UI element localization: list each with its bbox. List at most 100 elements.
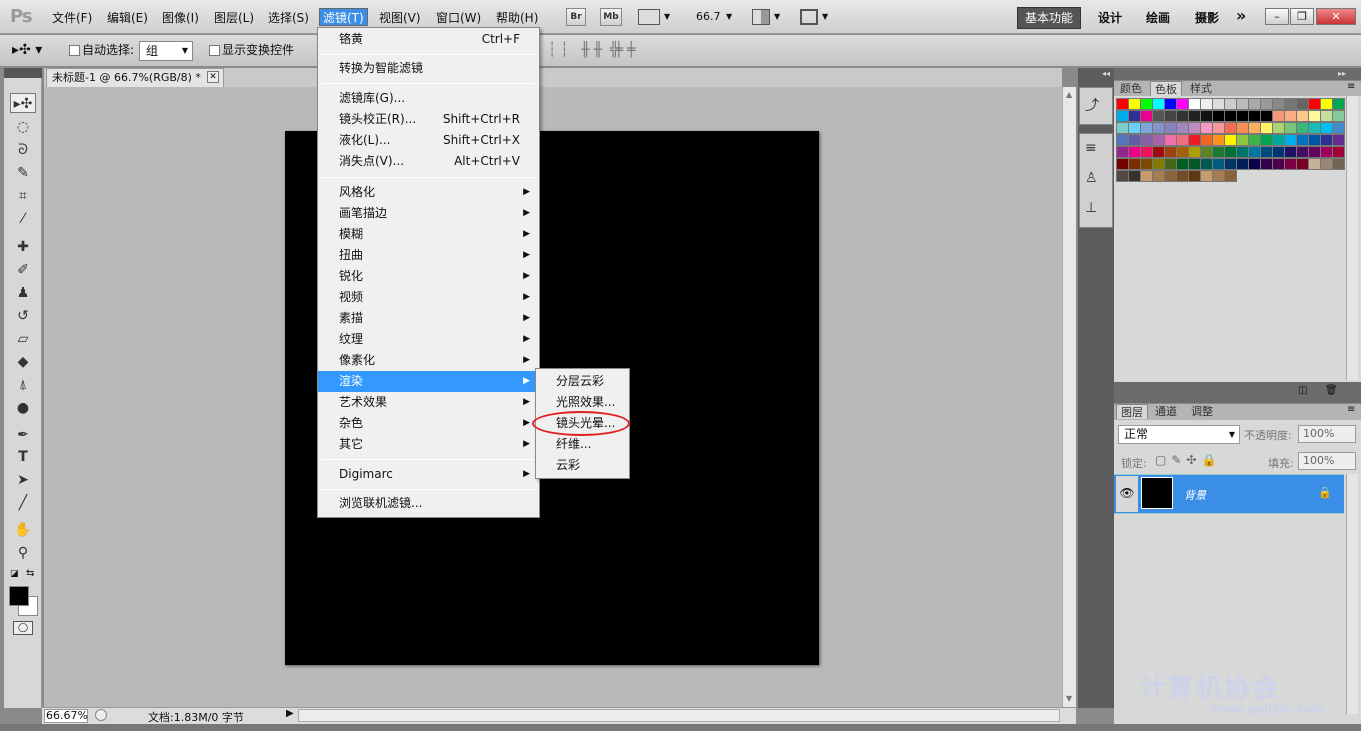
new-swatch-icon[interactable]: ◫ xyxy=(1298,385,1307,396)
swatch[interactable] xyxy=(1332,110,1345,122)
swatch[interactable] xyxy=(1332,134,1345,146)
layer-name[interactable]: 背景 xyxy=(1184,487,1206,503)
filter-menu-item[interactable]: 扭曲 ▶ xyxy=(318,245,538,266)
clone-source-icon[interactable]: ♙ xyxy=(1085,170,1098,186)
lasso-tool-icon[interactable]: ᘐ xyxy=(10,140,36,160)
workspace-painting[interactable]: 绘画 xyxy=(1146,9,1170,26)
swatches-scrollbar[interactable] xyxy=(1346,96,1358,380)
minimize-icon[interactable]: – xyxy=(1265,8,1289,25)
zoom-tool-icon[interactable]: ⚲ xyxy=(10,543,36,563)
tab-adjustments[interactable]: 调整 xyxy=(1187,404,1217,419)
history-brush-tool-icon[interactable]: ↺ xyxy=(10,306,36,326)
swatch[interactable] xyxy=(1332,122,1345,134)
menu-help[interactable]: 帮助(H) xyxy=(493,9,541,27)
path-select-tool-icon[interactable]: ➤ xyxy=(10,470,36,490)
swatch[interactable] xyxy=(1332,98,1345,110)
filter-menu-item[interactable]: 锐化 ▶ xyxy=(318,266,538,287)
filter-menu-item[interactable]: 视频 ▶ xyxy=(318,287,538,308)
close-icon[interactable]: ✕ xyxy=(1316,8,1356,25)
filter-menu-item[interactable]: 液化(L)... Shift+Ctrl+X xyxy=(318,130,538,151)
filter-menu-item[interactable]: 滤镜库(G)... xyxy=(318,88,538,109)
blur-tool-icon[interactable]: ⍋ xyxy=(10,375,36,395)
submenu-fibers[interactable]: 纤维... xyxy=(536,434,628,455)
crop-tool-icon[interactable]: ⌗ xyxy=(10,186,36,206)
tab-layers[interactable]: 图层 xyxy=(1116,404,1148,419)
tab-channels[interactable]: 通道 xyxy=(1151,404,1181,419)
chevron-down-icon[interactable]: ▼ xyxy=(726,12,732,21)
submenu-lighting-effects[interactable]: 光照效果... xyxy=(536,392,628,413)
quick-select-tool-icon[interactable]: ✎ xyxy=(10,163,36,183)
menu-window[interactable]: 窗口(W) xyxy=(433,9,484,27)
horizontal-scrollbar[interactable] xyxy=(298,709,1060,722)
tab-styles[interactable]: 样式 xyxy=(1186,81,1216,96)
lock-icons[interactable]: ▢✎✣🔒 xyxy=(1155,453,1221,467)
chevron-down-icon[interactable]: ▼ xyxy=(822,12,828,21)
submenu-clouds-difference[interactable]: 分层云彩 xyxy=(536,371,628,392)
submenu-clouds[interactable]: 云彩 xyxy=(536,455,628,476)
move-tool-preset-icon[interactable]: ▸✣ ▾ xyxy=(12,40,56,62)
filter-menu-item[interactable]: 画笔描边 ▶ xyxy=(318,203,538,224)
workspace-design[interactable]: 设计 xyxy=(1098,9,1122,26)
menu-view[interactable]: 视图(V) xyxy=(376,9,424,27)
status-menu-arrow-icon[interactable]: ▶ xyxy=(286,708,294,719)
panel-menu-icon[interactable]: ≡ xyxy=(1347,81,1355,92)
healing-brush-tool-icon[interactable]: ✚ xyxy=(10,237,36,257)
clone-stamp-tool-icon[interactable]: ♟ xyxy=(10,283,36,303)
filter-menu-item[interactable]: 纹理 ▶ xyxy=(318,329,538,350)
workspace-essentials[interactable]: 基本功能 xyxy=(1017,7,1081,29)
panel-menu-icon[interactable]: ≡ xyxy=(1347,404,1355,415)
default-colors-icon[interactable]: ◪ xyxy=(10,569,19,579)
dodge-tool-icon[interactable]: ● xyxy=(10,398,36,418)
arrange-documents-icon[interactable] xyxy=(752,9,770,25)
foreground-color[interactable] xyxy=(9,586,29,606)
hand-tool-icon[interactable]: ✋ xyxy=(10,520,36,540)
filter-menu-item[interactable]: 素描 ▶ xyxy=(318,308,538,329)
menu-image[interactable]: 图像(I) xyxy=(159,9,202,27)
move-tool-icon[interactable]: ▸✣ xyxy=(10,93,36,113)
scroll-down-icon[interactable]: ▼ xyxy=(1066,694,1072,703)
expand-icon[interactable]: ▸▸ xyxy=(1338,69,1346,78)
vertical-scrollbar[interactable] xyxy=(1062,87,1076,707)
workspace-photography[interactable]: 摄影 xyxy=(1195,9,1219,26)
auto-select-dropdown[interactable]: 组 ▼ xyxy=(139,41,193,61)
swap-colors-icon[interactable]: ⇆ xyxy=(26,568,34,579)
line-tool-icon[interactable]: ╱ xyxy=(10,493,36,513)
show-transform-checkbox[interactable] xyxy=(209,45,220,56)
filter-menu-item[interactable]: 艺术效果 ▶ xyxy=(318,392,538,413)
auto-align-icon[interactable]: ╬ xyxy=(610,42,618,58)
menu-filter[interactable]: 滤镜(T) xyxy=(319,8,368,26)
layers-scrollbar[interactable] xyxy=(1346,474,1358,714)
zoom-level[interactable]: 66.7 xyxy=(696,10,721,23)
fill-field[interactable]: 100% xyxy=(1298,452,1356,470)
quick-mask-icon[interactable]: ◯ xyxy=(13,621,33,635)
filter-menu-item[interactable]: 渲染 ▶ xyxy=(318,371,538,392)
collapse-icon[interactable]: ◂◂ xyxy=(1102,69,1110,78)
scroll-up-icon[interactable]: ▲ xyxy=(1066,90,1072,99)
menu-select[interactable]: 选择(S) xyxy=(265,9,312,27)
eyedropper-tool-icon[interactable]: ⁄ xyxy=(10,209,36,229)
blend-mode-dropdown[interactable]: 正常 ▼ xyxy=(1118,425,1240,444)
document-tab[interactable]: 未标题-1 @ 66.7%(RGB/8) * xyxy=(46,68,224,87)
type-tool-icon[interactable]: T xyxy=(10,447,36,467)
auto-select-checkbox[interactable] xyxy=(69,45,80,56)
pen-tool-icon[interactable]: ✒ xyxy=(10,425,36,445)
history-icon[interactable]: ⤴︎ xyxy=(1085,95,1099,115)
swatch[interactable] xyxy=(1224,170,1237,182)
swatch[interactable] xyxy=(1332,158,1345,170)
filter-menu-item[interactable]: 其它 ▶ xyxy=(318,434,538,455)
filter-menu-item[interactable]: 转换为智能滤镜 xyxy=(318,58,538,79)
eraser-tool-icon[interactable]: ▱ xyxy=(10,329,36,349)
swatch-grid[interactable] xyxy=(1116,98,1345,182)
more-workspaces-icon[interactable]: » xyxy=(1236,6,1246,25)
filter-menu-item[interactable]: 杂色 ▶ xyxy=(318,413,538,434)
close-tab-icon[interactable]: ✕ xyxy=(207,71,219,83)
zoom-field[interactable]: 66.67% xyxy=(44,709,88,723)
filter-menu-item[interactable]: 铬黄 Ctrl+F xyxy=(318,29,538,50)
filter-menu-item[interactable]: 镜头校正(R)... Shift+Ctrl+R xyxy=(318,109,538,130)
menu-edit[interactable]: 编辑(E) xyxy=(104,9,151,27)
opacity-field[interactable]: 100% xyxy=(1298,425,1356,443)
screen-mode-icon[interactable] xyxy=(800,9,818,25)
filter-menu-item[interactable]: 消失点(V)... Alt+Ctrl+V xyxy=(318,151,538,172)
menu-layer[interactable]: 图层(L) xyxy=(211,9,257,27)
restore-icon[interactable]: ❐ xyxy=(1290,8,1314,25)
